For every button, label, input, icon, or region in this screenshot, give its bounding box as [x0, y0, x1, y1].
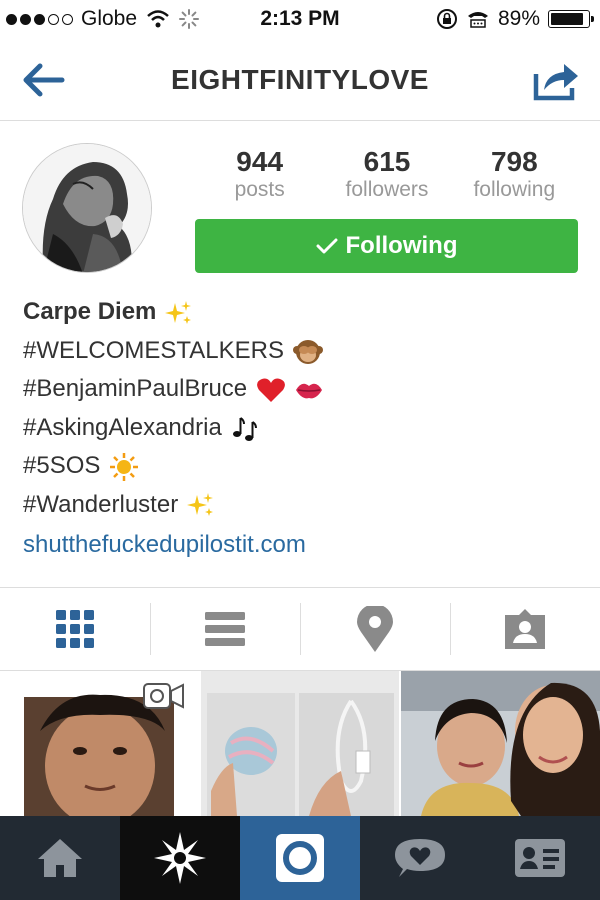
photo-image — [200, 671, 400, 816]
following-count: 798 — [490, 146, 538, 177]
following-label: following — [473, 178, 556, 201]
tab-camera[interactable] — [240, 816, 360, 900]
tab-tagged-photos[interactable] — [450, 588, 600, 670]
stat-following[interactable]: 798 following — [451, 146, 578, 202]
tagged-person-icon — [505, 609, 545, 649]
rotation-lock-icon — [436, 9, 457, 29]
sparkles-emoji-icon — [165, 300, 192, 324]
profile-avatar[interactable] — [22, 143, 152, 273]
bio-name: Carpe Diem — [23, 298, 157, 325]
battery-icon — [548, 10, 594, 28]
share-icon[interactable] — [532, 58, 580, 102]
grid-icon — [56, 610, 94, 648]
stat-followers[interactable]: 615 followers — [323, 146, 450, 202]
tty-icon — [467, 12, 488, 28]
tab-list-view[interactable] — [150, 588, 300, 670]
stat-posts[interactable]: 944 posts — [196, 146, 323, 202]
music-notes-emoji-icon — [233, 417, 258, 442]
profile-stats: 944 posts 615 followers 798 following — [196, 146, 578, 202]
bio-line-welcomestalkers: #WELCOMESTALKERS — [23, 336, 284, 364]
following-button[interactable]: Following — [195, 219, 578, 273]
tab-profile[interactable] — [480, 816, 600, 900]
red-heart-emoji-icon — [256, 378, 285, 402]
sun-emoji-icon — [110, 452, 139, 481]
video-camera-icon — [142, 683, 184, 709]
profile-card-icon — [515, 839, 565, 877]
photo-image — [401, 671, 600, 816]
kiss-lips-emoji-icon — [296, 383, 323, 398]
bio-line-wanderluster: #Wanderluster — [23, 490, 179, 518]
avatar-image — [23, 144, 151, 272]
bottom-tab-bar — [0, 816, 600, 900]
bio-website-link[interactable]: shutthefuckedupilostit.com — [23, 526, 583, 565]
bio-line-benjamin: #BenjaminPaulBruce — [23, 375, 248, 402]
photo-thumbnail[interactable] — [200, 671, 400, 816]
profile-view-tabs — [0, 587, 600, 671]
location-pin-icon — [357, 606, 393, 652]
photo-thumbnail[interactable] — [0, 671, 199, 816]
bio-line-5sos: #5SOS — [23, 452, 101, 479]
list-icon — [205, 612, 245, 646]
checkmark-icon — [316, 238, 337, 254]
bio-line-asking-alexandria: #AskingAlexandria — [23, 413, 222, 441]
home-icon — [38, 839, 82, 877]
tab-activity[interactable] — [360, 816, 480, 900]
monkey-emoji-icon — [292, 340, 323, 365]
photo-grid — [0, 671, 600, 816]
battery-percent: 89% — [497, 7, 540, 30]
status-bar: Globe 2:13 PM 89% — [0, 0, 600, 40]
nav-bar: EIGHTFINITYLOVE — [0, 40, 600, 121]
profile-bio: Carpe Diem #WELCOMESTALKERS #BenjaminPau… — [23, 293, 583, 565]
photo-thumbnail[interactable] — [401, 671, 600, 816]
page-title: EIGHTFINITYLOVE — [171, 64, 429, 95]
followers-count: 615 — [363, 146, 411, 177]
tab-explore[interactable] — [120, 816, 240, 900]
sparkles-emoji-icon — [186, 493, 213, 517]
followers-label: followers — [345, 178, 429, 201]
posts-label: posts — [234, 178, 285, 201]
tab-home[interactable] — [0, 816, 120, 900]
activity-heart-icon — [395, 839, 445, 877]
tab-map-view[interactable] — [300, 588, 450, 670]
camera-icon — [276, 834, 324, 882]
posts-count: 944 — [236, 146, 284, 177]
tab-grid-view[interactable] — [0, 588, 150, 670]
explore-star-icon — [154, 832, 206, 884]
following-button-label: Following — [345, 232, 458, 259]
